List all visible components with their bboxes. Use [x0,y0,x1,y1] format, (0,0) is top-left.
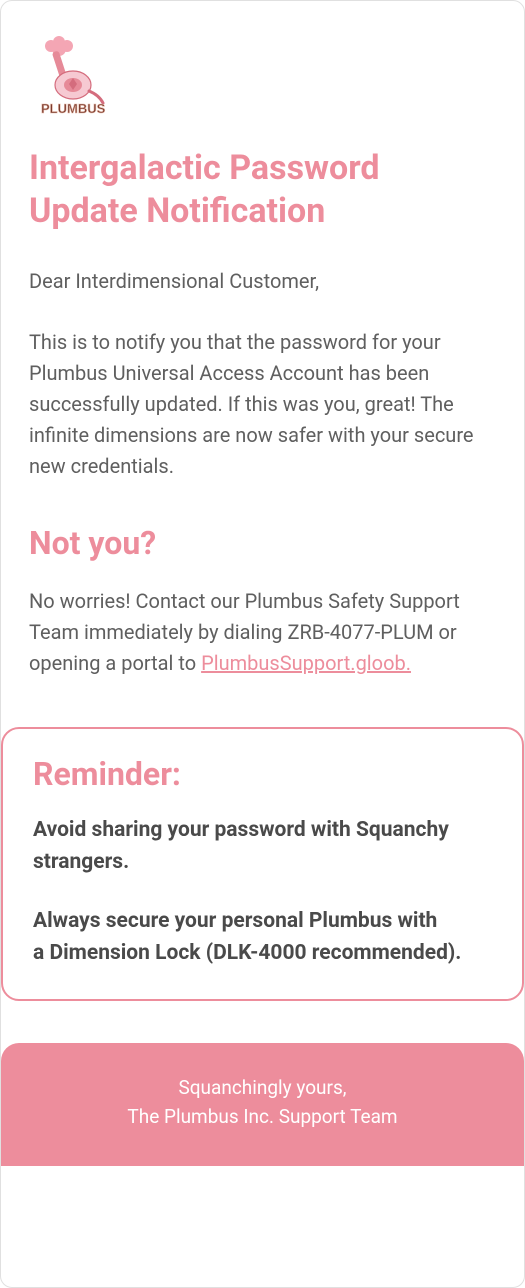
page-title: Intergalactic Password Update Notificati… [29,147,496,232]
reminder-box: Reminder: Avoid sharing your password wi… [1,727,524,1001]
greeting-text: Dear Interdimensional Customer, [29,266,496,297]
reminder-line-2b: a Dimension Lock (DLK-4000 recommended). [33,941,461,965]
footer-line-2: The Plumbus Inc. Support Team [21,1102,504,1131]
intro-text: This is to notify you that the password … [29,327,496,482]
reminder-heading: Reminder: [33,755,492,793]
plumbus-logo-icon: PLUMBUS [29,29,119,119]
reminder-line-1: Avoid sharing your password with Squanch… [33,815,492,878]
logo-text: PLUMBUS [41,101,106,116]
footer: Squanchingly yours, The Plumbus Inc. Sup… [1,1043,524,1166]
footer-line-1: Squanchingly yours, [21,1073,504,1102]
reminder-line-2a: Always secure your personal Plumbus with [33,909,437,933]
notification-card: PLUMBUS Intergalactic Password Update No… [0,0,525,1288]
not-you-text: No worries! Contact our Plumbus Safety S… [29,586,496,679]
support-link[interactable]: PlumbusSupport.gloob. [201,651,411,675]
logo: PLUMBUS [29,29,496,119]
reminder-line-2: Always secure your personal Plumbus with… [33,906,492,969]
not-you-heading: Not you? [29,524,496,562]
